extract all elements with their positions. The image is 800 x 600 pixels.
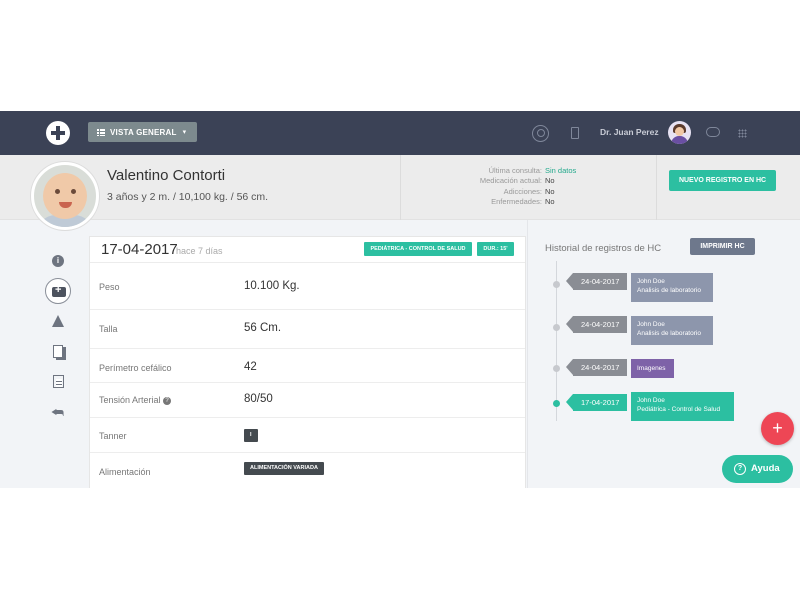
summary-value: No — [545, 186, 555, 196]
record-header: 17-04-2017 hace 7 días PEDIÁTRICA - CONT… — [90, 237, 525, 263]
field-label: Talla — [99, 324, 118, 334]
field-row: Peso 10.100 Kg. — [90, 263, 525, 310]
help-label: Ayuda — [751, 463, 780, 474]
field-value: 80/50 — [244, 393, 273, 405]
summary-value: No — [545, 176, 555, 186]
grid-icon — [97, 128, 105, 136]
entry-line: Pediátrica - Control de Salud — [637, 406, 721, 413]
field-row: Tensión Arterial ? 80/50 — [90, 383, 525, 418]
record-duration-badge: DUR.: 15' — [477, 242, 514, 256]
summary-row: Enfermedades: No — [420, 197, 590, 207]
record-type-badge: PEDIÁTRICA - CONTROL DE SALUD — [364, 242, 472, 256]
side-item-document[interactable] — [45, 369, 71, 395]
patient-details: 3 años y 2 m. / 10,100 kg. / 56 cm. — [107, 191, 269, 203]
field-value-tag: ALIMENTACIÓN VARIADA — [244, 462, 324, 475]
timeline-dot-active — [553, 400, 560, 407]
timeline-entry[interactable]: John Doe Analisis de laboratorio — [631, 273, 713, 302]
summary-row: Medicación actual: No — [420, 176, 590, 186]
field-label-text: Tensión Arterial — [99, 395, 161, 405]
record-age: hace 7 días — [176, 246, 223, 256]
user-avatar[interactable] — [668, 121, 691, 144]
chevron-down-icon: ▾ — [182, 129, 187, 136]
summary-label: Última consulta: — [488, 166, 542, 175]
patient-photo — [31, 162, 99, 230]
entry-line: Analisis de laboratorio — [637, 330, 701, 337]
field-label: Peso — [99, 282, 120, 292]
field-row: Talla 56 Cm. — [90, 310, 525, 349]
entry-line: John Doe — [637, 397, 665, 404]
search-icon[interactable] — [532, 125, 549, 142]
view-dropdown-label: VISTA GENERAL — [110, 127, 177, 137]
field-row: Tanner I — [90, 418, 525, 453]
view-dropdown-button[interactable]: VISTA GENERAL ▾ — [88, 122, 197, 142]
patient-header: Valentino Contorti 3 años y 2 m. / 10,10… — [0, 155, 800, 230]
divider — [656, 155, 657, 220]
timeline-date[interactable]: 24-04-2017 — [566, 316, 627, 333]
entry-line: Analisis de laboratorio — [637, 287, 701, 294]
field-label: Perímetro cefálico — [99, 363, 172, 373]
summary-label: Medicación actual: — [479, 176, 542, 186]
timeline-dot — [553, 281, 560, 288]
side-item-medical-kit[interactable] — [45, 278, 71, 304]
patient-summary: Última consulta: Sin datos Medicación act… — [420, 166, 590, 208]
book-icon[interactable] — [571, 127, 579, 139]
timeline-entry[interactable]: John Doe Analisis de laboratorio — [631, 316, 713, 345]
app-window: VISTA GENERAL ▾ Dr. Juan Perez Valentino… — [0, 111, 800, 488]
entry-line: Imagenes — [637, 365, 666, 372]
help-icon: ? — [734, 463, 746, 475]
field-value: 10.100 Kg. — [244, 280, 300, 292]
summary-row: Adicciones: No — [420, 187, 590, 197]
field-value: 56 Cm. — [244, 322, 282, 334]
record-card: 17-04-2017 hace 7 días PEDIÁTRICA - CONT… — [89, 236, 526, 488]
summary-label: Adicciones: — [503, 186, 542, 196]
chat-icon[interactable] — [706, 127, 720, 137]
logo-plus-icon[interactable] — [46, 121, 70, 145]
flask-icon — [52, 315, 64, 327]
summary-value: No — [545, 197, 555, 207]
patient-name: Valentino Contorti — [107, 167, 226, 184]
field-label: Alimentación — [99, 467, 151, 477]
help-button[interactable]: ? Ayuda — [722, 455, 793, 483]
add-fab-button[interactable]: + — [761, 412, 794, 445]
side-item-reply[interactable]: ⮪ — [45, 399, 71, 425]
timeline-date[interactable]: 24-04-2017 — [566, 359, 627, 376]
timeline-date-active[interactable]: 17-04-2017 — [566, 394, 627, 411]
user-name[interactable]: Dr. Juan Perez — [600, 127, 659, 137]
history-title: Historial de registros de HC — [545, 243, 662, 254]
field-label: Tanner — [99, 431, 127, 441]
timeline-date[interactable]: 24-04-2017 — [566, 273, 627, 290]
info-icon: i — [52, 255, 64, 267]
top-bar: VISTA GENERAL ▾ Dr. Juan Perez — [0, 111, 800, 155]
summary-row: Última consulta: Sin datos — [420, 166, 590, 176]
apps-grid-icon[interactable] — [738, 129, 747, 138]
field-row: Alimentación ALIMENTACIÓN VARIADA — [90, 453, 525, 488]
timeline-dot — [553, 365, 560, 372]
side-item-copies[interactable] — [45, 339, 71, 365]
entry-line: John Doe — [637, 278, 665, 285]
reply-all-icon: ⮪ — [51, 404, 65, 420]
timeline-entry[interactable]: Imagenes — [631, 359, 674, 378]
medical-kit-icon — [52, 284, 66, 297]
copy-icon — [53, 345, 63, 358]
document-icon — [53, 375, 64, 388]
summary-label: Enfermedades: — [491, 197, 542, 207]
field-row: Perímetro cefálico 42 — [90, 349, 525, 383]
timeline-entry-active[interactable]: John Doe Pediátrica - Control de Salud — [631, 392, 734, 421]
side-item-lab[interactable] — [45, 309, 71, 335]
help-question-icon[interactable]: ? — [163, 397, 172, 405]
field-value: 42 — [244, 361, 257, 373]
new-record-button[interactable]: NUEVO REGISTRO EN HC — [669, 170, 776, 191]
summary-value: Sin datos — [545, 166, 577, 175]
side-item-info[interactable]: i — [45, 248, 71, 274]
timeline-dot — [553, 324, 560, 331]
print-record-button[interactable]: IMPRIMIR HC — [690, 238, 755, 255]
divider — [400, 155, 401, 220]
divider — [527, 220, 528, 488]
field-value-tag: I — [244, 429, 258, 442]
field-label: Tensión Arterial ? — [99, 395, 172, 405]
entry-line: John Doe — [637, 321, 665, 328]
record-date: 17-04-2017 — [101, 241, 178, 258]
